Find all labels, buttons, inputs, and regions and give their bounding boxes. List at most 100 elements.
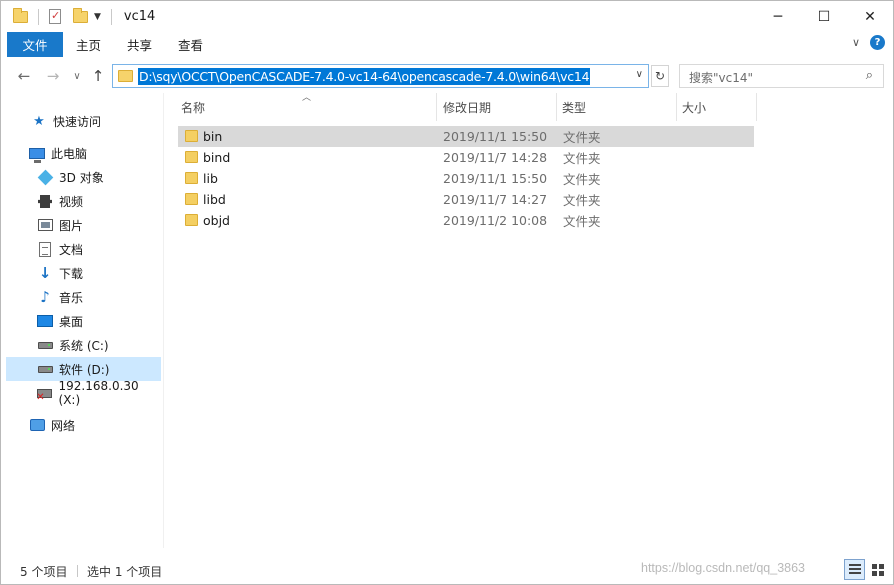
file-name: bind <box>203 150 231 165</box>
sidebar-item-quick-access[interactable]: ★ 快速访问 <box>6 109 161 133</box>
sidebar-item-label: 视频 <box>59 194 84 209</box>
sidebar-item-network[interactable]: 网络 <box>6 413 161 437</box>
refresh-button[interactable]: ↻ <box>651 65 669 87</box>
address-bar[interactable]: D:\sqy\OCCT\OpenCASCADE-7.4.0-vc14-64\op… <box>112 64 649 88</box>
download-icon: ↓ <box>38 264 52 282</box>
address-row: ← → ∨ ↑ D:\sqy\OCCT\OpenCASCADE-7.4.0-vc… <box>1 61 893 91</box>
music-icon: ♪ <box>40 288 50 306</box>
folder-icon <box>13 7 28 23</box>
sidebar-item-downloads[interactable]: ↓ 下载 <box>6 261 161 285</box>
file-name: libd <box>203 192 226 207</box>
navigation-pane: ★ 快速访问 此电脑 3D 对象 视频 图片 文档 ↓ 下载 ♪ 音乐 桌面 系… <box>6 93 161 548</box>
column-header-name[interactable]: 名称 <box>164 93 436 121</box>
new-folder-icon[interactable] <box>73 7 88 23</box>
window-controls: ─ ☐ ✕ <box>755 1 893 32</box>
tab-view[interactable]: 查看 <box>165 32 216 57</box>
network-drive-icon <box>36 388 53 403</box>
maximize-button[interactable]: ☐ <box>801 1 847 32</box>
file-type: 文件夹 <box>563 193 601 208</box>
sidebar-item-label: 系统 (C:) <box>59 338 109 353</box>
sidebar-item-label: 192.168.0.30 (X:) <box>58 379 139 407</box>
sidebar-item-drive-c[interactable]: 系统 (C:) <box>6 333 161 357</box>
help-icon[interactable]: ? <box>870 35 885 50</box>
file-date: 2019/11/1 15:50 <box>443 129 548 144</box>
recent-locations-button[interactable]: ∨ <box>67 65 87 87</box>
file-name: lib <box>203 171 218 186</box>
large-icons-view-button[interactable] <box>867 559 888 580</box>
up-button[interactable]: ↑ <box>88 65 108 87</box>
sidebar-item-label: 网络 <box>51 418 76 433</box>
sidebar-item-label: 软件 (D:) <box>59 362 110 377</box>
drive-icon <box>37 365 53 373</box>
file-row-bin[interactable]: bin 2019/11/1 15:50 文件夹 <box>178 126 754 147</box>
sidebar-item-label: 此电脑 <box>51 146 88 161</box>
folder-icon <box>118 70 133 82</box>
expand-ribbon-icon[interactable]: ∨ <box>852 36 860 49</box>
search-icon: ⌕ <box>865 68 873 83</box>
address-dropdown-icon[interactable]: ∨ <box>636 69 643 80</box>
sidebar-item-pictures[interactable]: 图片 <box>6 213 161 237</box>
search-box[interactable]: 搜索"vc14" ⌕ <box>679 64 884 88</box>
file-type: 文件夹 <box>563 151 601 166</box>
properties-icon[interactable] <box>49 9 61 24</box>
sidebar-item-label: 桌面 <box>59 314 84 329</box>
file-row-lib[interactable]: lib 2019/11/1 15:50 文件夹 <box>178 168 754 189</box>
file-type: 文件夹 <box>563 214 601 229</box>
file-row-objd[interactable]: objd 2019/11/2 10:08 文件夹 <box>178 210 754 231</box>
folder-icon <box>185 151 198 163</box>
column-header-type[interactable]: 类型 <box>545 93 665 121</box>
file-type: 文件夹 <box>563 172 601 187</box>
search-input[interactable]: 搜索"vc14" <box>689 69 753 86</box>
tab-file[interactable]: 文件 <box>7 32 63 57</box>
sidebar-item-this-pc[interactable]: 此电脑 <box>6 141 161 165</box>
sidebar-item-label: 快速访问 <box>53 114 102 129</box>
sidebar-item-3d-objects[interactable]: 3D 对象 <box>6 165 161 189</box>
drive-icon <box>37 341 53 349</box>
picture-icon <box>37 219 53 231</box>
document-icon <box>39 241 51 257</box>
tab-home[interactable]: 主页 <box>63 32 114 57</box>
tab-share[interactable]: 共享 <box>114 32 165 57</box>
file-type: 文件夹 <box>563 130 601 145</box>
column-separator[interactable] <box>756 93 757 121</box>
quick-access-toolbar: ▼ <box>1 1 118 32</box>
desktop-icon <box>37 315 53 327</box>
sidebar-item-documents[interactable]: 文档 <box>6 237 161 261</box>
ribbon-tabs: 文件 主页 共享 查看 ∨ ? <box>1 32 893 57</box>
sidebar-item-desktop[interactable]: 桌面 <box>6 309 161 333</box>
sidebar-item-videos[interactable]: 视频 <box>6 189 161 213</box>
sidebar-item-label: 3D 对象 <box>59 170 104 185</box>
cube-icon <box>37 169 53 185</box>
watermark: https://blog.csdn.net/qq_3863 <box>641 561 806 575</box>
sidebar-item-label: 文档 <box>59 242 84 257</box>
column-header-date[interactable]: 修改日期 <box>426 93 556 121</box>
file-list: ︿ 名称 修改日期 类型 大小 bin 2019/11/1 15:50 文件夹 … <box>164 93 893 548</box>
status-separator <box>77 565 78 577</box>
file-date: 2019/11/7 14:28 <box>443 150 548 165</box>
video-icon <box>38 194 52 208</box>
computer-icon <box>29 147 45 163</box>
column-header-size[interactable]: 大小 <box>665 93 755 121</box>
explorer-window: ▼ vc14 ─ ☐ ✕ 文件 主页 共享 查看 ∨ ? ← → ∨ ↑ D:\… <box>0 0 894 585</box>
item-count: 5 个项目 <box>20 565 68 579</box>
sidebar-item-network-drive-x[interactable]: 192.168.0.30 (X:) <box>6 379 161 407</box>
folder-icon <box>185 130 198 142</box>
star-icon: ★ <box>33 113 45 129</box>
file-date: 2019/11/7 14:27 <box>443 192 548 207</box>
file-name: bin <box>203 129 223 144</box>
sidebar-item-drive-d[interactable]: 软件 (D:) <box>6 357 161 381</box>
forward-button[interactable]: → <box>43 65 63 87</box>
sidebar-item-music[interactable]: ♪ 音乐 <box>6 285 161 309</box>
window-title: vc14 <box>123 9 156 24</box>
back-button[interactable]: ← <box>14 65 34 87</box>
file-row-bind[interactable]: bind 2019/11/7 14:28 文件夹 <box>178 147 754 168</box>
file-date: 2019/11/1 15:50 <box>443 171 548 186</box>
close-button[interactable]: ✕ <box>847 1 893 32</box>
address-path[interactable]: D:\sqy\OCCT\OpenCASCADE-7.4.0-vc14-64\op… <box>138 68 591 85</box>
file-row-libd[interactable]: libd 2019/11/7 14:27 文件夹 <box>178 189 754 210</box>
details-view-button[interactable] <box>844 559 865 580</box>
minimize-button[interactable]: ─ <box>755 1 801 32</box>
network-icon <box>29 419 45 431</box>
customize-toolbar-icon[interactable]: ▼ <box>94 12 101 22</box>
folder-icon <box>185 193 198 205</box>
